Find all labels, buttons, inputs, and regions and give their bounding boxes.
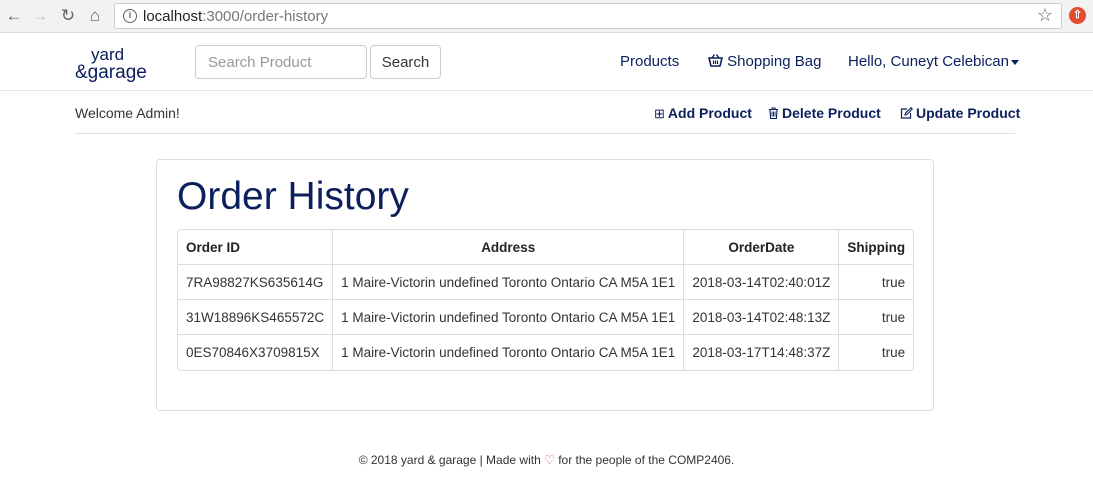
back-icon[interactable]: ← <box>4 6 24 26</box>
home-icon[interactable]: ⌂ <box>85 6 105 26</box>
admin-bar-divider <box>75 133 1015 134</box>
shipping-cell: true <box>839 300 914 335</box>
footer-text-before: © 2018 yard & garage | Made with <box>358 453 541 467</box>
yard-garage-logo[interactable]: yard &garage <box>75 44 165 84</box>
order-history-table: Order ID Address OrderDate Shipping 7RA9… <box>177 229 915 371</box>
delete-product-label: Delete Product <box>782 105 881 121</box>
extension-icon[interactable]: ⇧ <box>1069 7 1086 24</box>
shipping-cell: true <box>839 265 914 300</box>
nav-shopping-bag-link[interactable]: Shopping Bag <box>707 53 822 70</box>
footer: © 2018 yard & garage | Made with ♡ for t… <box>0 453 1093 467</box>
table-row: 7RA98827KS635614G 1 Maire-Victorin undef… <box>178 265 914 300</box>
update-product-label: Update Product <box>916 105 1021 121</box>
user-menu-dropdown[interactable]: Hello, Cuneyt Celebican <box>848 53 1019 70</box>
table-header-row: Order ID Address OrderDate Shipping <box>178 230 914 265</box>
forward-icon[interactable]: → <box>30 6 50 26</box>
trash-icon <box>769 107 778 120</box>
order-date-cell: 2018-03-14T02:40:01Z <box>684 265 840 300</box>
column-header-address: Address <box>333 230 685 265</box>
address-cell: 1 Maire-Victorin undefined Toronto Ontar… <box>333 265 685 300</box>
order-id-cell: 0ES70846X3709815X <box>178 335 334 370</box>
nav-products-link[interactable]: Products <box>620 53 679 70</box>
order-date-cell: 2018-03-17T14:48:37Z <box>684 335 840 370</box>
add-product-label: Add Product <box>667 105 752 121</box>
column-header-shipping: Shipping <box>839 230 914 265</box>
welcome-message: Welcome Admin! <box>75 105 180 121</box>
address-cell: 1 Maire-Victorin undefined Toronto Ontar… <box>333 300 685 335</box>
address-cell: 1 Maire-Victorin undefined Toronto Ontar… <box>333 335 685 370</box>
add-product-link[interactable]: ⊞ Add Product <box>654 105 752 122</box>
footer-text-after: for the people of the COMP2406. <box>558 453 735 467</box>
update-product-link[interactable]: Update Product <box>900 105 1020 121</box>
user-greeting: Hello, Cuneyt Celebican <box>848 53 1009 70</box>
browser-toolbar: ← → ↻ ⌂ i localhost:3000/order-history ☆… <box>0 0 1093 33</box>
column-header-order-date: OrderDate <box>684 230 840 265</box>
header-divider <box>0 90 1093 91</box>
info-icon[interactable]: i <box>123 9 137 23</box>
table-row: 31W18896KS465572C 1 Maire-Victorin undef… <box>178 300 914 335</box>
url-text[interactable]: localhost:3000/order-history <box>143 8 328 25</box>
page-title: Order History <box>177 175 409 218</box>
heart-icon: ♡ <box>544 453 555 467</box>
search-input[interactable] <box>195 45 367 79</box>
plus-square-icon: ⊞ <box>654 106 665 121</box>
table-row: 0ES70846X3709815X 1 Maire-Victorin undef… <box>178 335 913 370</box>
order-id-cell: 7RA98827KS635614G <box>178 265 334 300</box>
delete-product-link[interactable]: Delete Product <box>768 105 881 121</box>
caret-down-icon <box>1010 59 1019 65</box>
shopping-bag-label: Shopping Bag <box>727 53 822 70</box>
search-button[interactable]: Search <box>370 45 441 79</box>
basket-icon <box>707 54 724 67</box>
reload-icon[interactable]: ↻ <box>58 6 78 26</box>
edit-icon <box>900 107 914 119</box>
address-bar[interactable]: i localhost:3000/order-history ☆ <box>114 3 1062 29</box>
column-header-order-id: Order ID <box>178 230 334 265</box>
shipping-cell: true <box>881 345 906 360</box>
logo-line-2: &garage <box>75 62 147 83</box>
bookmark-star-icon[interactable]: ☆ <box>1037 5 1053 26</box>
order-date-cell: 2018-03-14T02:48:13Z <box>684 300 840 335</box>
order-id-cell: 31W18896KS465572C <box>178 300 334 335</box>
